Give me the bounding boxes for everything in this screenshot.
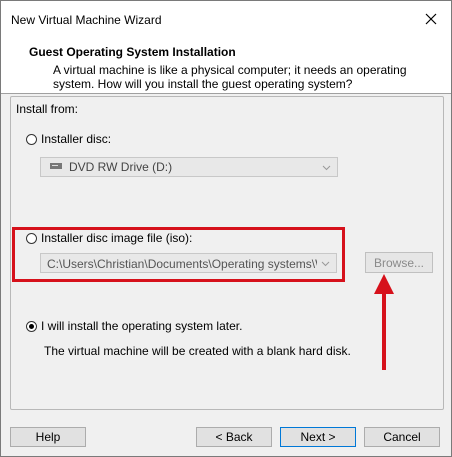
install-from-label: Install from: [16,102,79,116]
installer-disc-radio[interactable] [26,133,37,145]
installer-disc-label: Installer disc: [41,132,112,146]
browse-button[interactable]: Browse... [365,252,433,273]
dvd-drive-icon [49,160,63,174]
install-later-description: The virtual machine will be created with… [44,344,351,358]
next-button[interactable]: Next > [280,427,356,447]
window-title: New Virtual Machine Wizard [11,13,162,27]
cancel-button[interactable]: Cancel [364,427,440,447]
annotation-arrow-line [382,290,386,370]
install-later-radio[interactable] [26,320,37,332]
disc-drive-value: DVD RW Drive (D:) [69,160,173,174]
close-icon [425,13,437,25]
wizard-header: Guest Operating System Installation A vi… [1,36,451,94]
page-title: Guest Operating System Installation [29,45,236,59]
back-button[interactable]: < Back [196,427,272,447]
help-button[interactable]: Help [10,427,86,447]
installer-disc-option[interactable]: Installer disc: [26,132,111,146]
page-description: A virtual machine is like a physical com… [53,63,407,91]
close-button[interactable] [417,7,445,31]
title-bar: New Virtual Machine Wizard [1,1,451,36]
annotation-highlight-box [12,227,345,282]
install-later-label: I will install the operating system late… [41,319,243,333]
disc-drive-select[interactable]: DVD RW Drive (D:) [40,157,338,177]
chevron-down-icon [322,161,331,175]
install-later-option[interactable]: I will install the operating system late… [26,319,242,333]
